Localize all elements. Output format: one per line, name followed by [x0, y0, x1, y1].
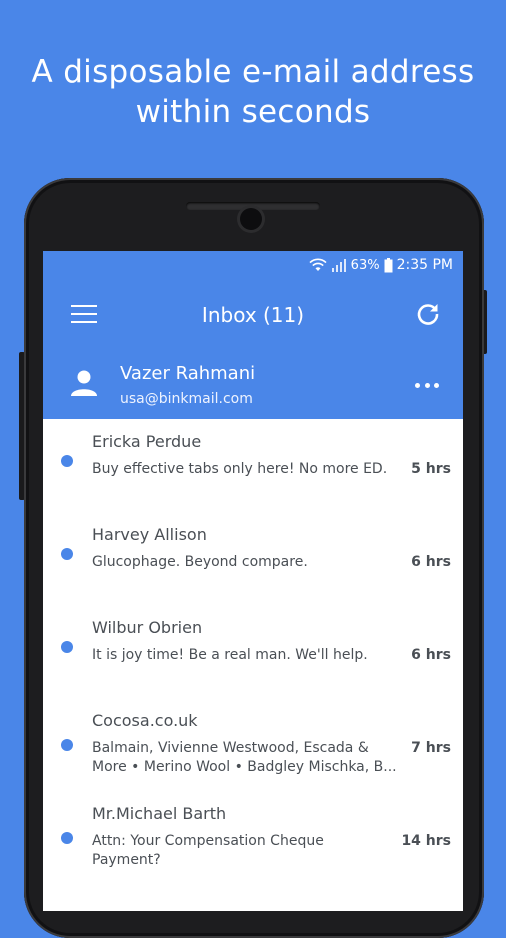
status-bar: 63% 2:35 PM — [43, 251, 463, 279]
wifi-icon — [309, 258, 327, 271]
more-options-icon[interactable] — [415, 373, 439, 397]
email-preview: Buy effective tabs only here! No more ED… — [92, 461, 388, 477]
unread-dot — [61, 832, 73, 844]
unread-dot — [61, 455, 73, 467]
email-item[interactable]: Harvey Allison Glucophage. Beyond compar… — [43, 512, 463, 605]
unread-dot — [61, 548, 73, 560]
refresh-icon[interactable] — [415, 301, 441, 327]
signal-icon — [331, 259, 346, 272]
battery-percent: 63% — [350, 257, 380, 273]
email-age: 6 hrs — [411, 647, 451, 663]
inbox-title: Inbox (11) — [201, 303, 305, 327]
email-item[interactable]: Mr.Michael Barth Attn: Your Compensation… — [43, 791, 463, 884]
email-preview-line-1: Attn: Your Compensation Cheque — [92, 833, 324, 849]
status-time: 2:35 PM — [396, 257, 453, 273]
email-age: 6 hrs — [411, 554, 451, 570]
email-age: 5 hrs — [411, 461, 451, 477]
email-preview-line-2: Payment? — [92, 852, 161, 868]
phone-camera — [240, 208, 262, 230]
email-item[interactable]: Ericka Perdue Buy effective tabs only he… — [43, 419, 463, 512]
email-sender: Harvey Allison — [92, 525, 207, 544]
email-item[interactable]: Cocosa.co.uk Balmain, Vivienne Westwood,… — [43, 698, 463, 791]
person-icon — [71, 370, 97, 396]
email-age: 7 hrs — [411, 740, 451, 756]
account-header: Vazer Rahmani usa@binkmail.com — [43, 351, 463, 419]
phone-screen: 63% 2:35 PM Inbox (11) Vazer Rahmani usa… — [43, 251, 463, 911]
email-sender: Mr.Michael Barth — [92, 804, 227, 823]
battery-icon — [384, 257, 393, 272]
unread-dot — [61, 739, 73, 751]
email-preview: Attn: Your Compensation Cheque Payment? — [92, 832, 404, 870]
email-item[interactable]: Wilbur Obrien It is joy time! Be a real … — [43, 605, 463, 698]
headline-line-1: A disposable e-mail address — [31, 54, 475, 90]
headline-line-2: within seconds — [135, 94, 371, 130]
email-preview: Glucophage. Beyond compare. — [92, 554, 308, 570]
promo-headline: A disposable e-mail address within secon… — [0, 52, 506, 132]
email-preview-line-2: More • Merino Wool • Badgley Mischka, B.… — [92, 759, 397, 775]
email-sender: Cocosa.co.uk — [92, 711, 198, 730]
email-list: Ericka Perdue Buy effective tabs only he… — [43, 419, 463, 884]
account-name: Vazer Rahmani — [120, 363, 256, 384]
app-toolbar: Inbox (11) — [43, 279, 463, 351]
email-age: 14 hrs — [401, 833, 451, 849]
email-preview-line-1: Balmain, Vivienne Westwood, Escada & — [92, 740, 369, 756]
unread-dot — [61, 641, 73, 653]
email-preview: Balmain, Vivienne Westwood, Escada & Mor… — [92, 739, 404, 777]
email-sender: Wilbur Obrien — [92, 618, 203, 637]
email-sender: Ericka Perdue — [92, 432, 202, 451]
email-preview: It is joy time! Be a real man. We'll hel… — [92, 647, 368, 663]
account-email: usa@binkmail.com — [120, 391, 253, 407]
